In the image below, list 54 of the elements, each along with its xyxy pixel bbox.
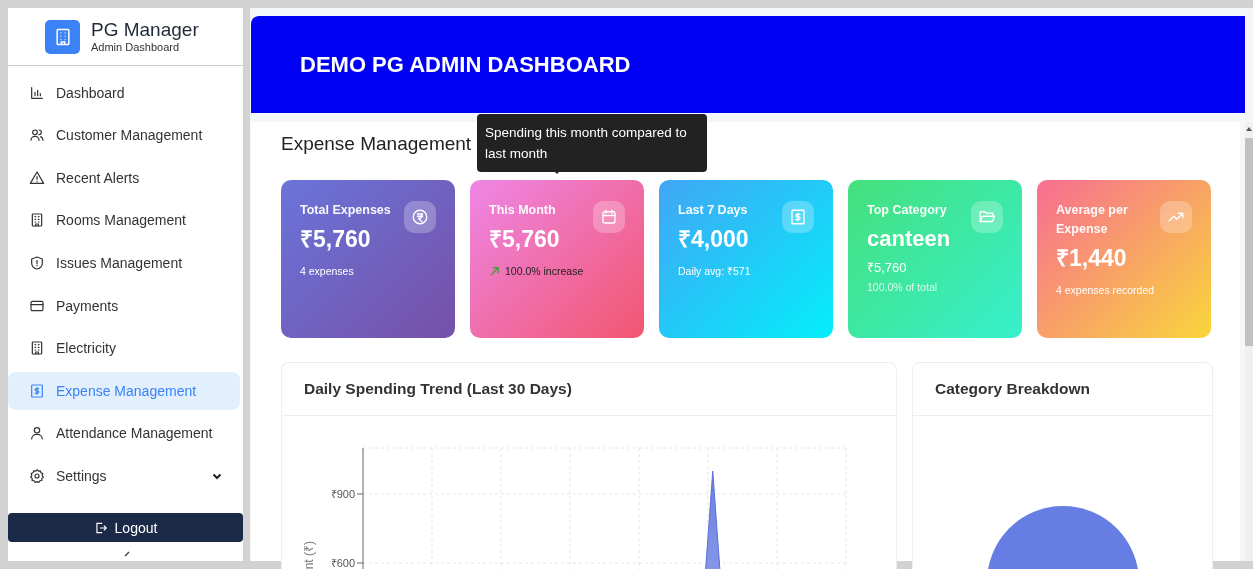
y-tick-label: ₹600 [330,557,355,569]
stat-value: canteen [867,225,952,253]
trend-up-icon [1160,201,1192,233]
settings-icon [29,467,45,484]
dashboard-title: DEMO PG ADMIN DASHBOARD [300,51,631,78]
scroll-up-arrow-icon[interactable] [1245,126,1253,132]
nav-item[interactable]: Settings [8,456,240,495]
building-icon [29,212,45,229]
y-tick-label: ₹900 [330,488,355,500]
stat-note: Daily avg: ₹571 [678,264,752,279]
nav-item[interactable]: Customer Management [8,116,240,155]
shield-icon [29,255,45,271]
warning-triangle-icon [29,169,45,186]
stat-note: 100.0% of total [867,280,939,295]
stat-value: ₹1,440 [1056,244,1128,273]
stat-label: This Month [489,202,557,219]
dollar-receipt-icon [782,201,814,233]
app-subtitle: Admin Dashboard [91,41,181,55]
app-name: PG Manager [91,19,199,42]
chart-title: Daily Spending Trend (Last 30 Days) [304,380,572,398]
building-icon [29,340,45,357]
user-icon [29,425,45,442]
stat-label: Total Expenses [300,202,392,219]
calendar-icon [593,201,625,233]
stat-note: 4 expenses recorded [1056,283,1156,298]
chart-title: Category Breakdown [935,380,1091,398]
stat-label: Average per Expense [1056,202,1129,238]
users-icon [29,127,45,144]
stat-value: ₹5,760 [489,225,561,254]
logout-icon [93,520,108,535]
nav-item[interactable]: Rooms Management [8,201,240,240]
stat-note: 100.0% increase [505,264,584,279]
nav-item[interactable]: Attendance Management [8,414,240,453]
stat-value: ₹5,760 [300,225,372,254]
stat-label: Last 7 Days [678,202,749,219]
stat-amount: ₹5,760 [867,259,908,276]
stat-note: 4 expenses [300,264,355,279]
stat-label: Top Category [867,202,948,219]
rupee-coin-icon [404,201,436,233]
tooltip: Spending this month compared to last month [477,114,707,172]
scrollbar[interactable] [1245,122,1253,561]
nav-item[interactable]: Issues Management [8,244,240,282]
nav-item[interactable]: Recent Alerts [8,158,240,197]
logout-button[interactable]: Logout [8,513,243,543]
dollar-receipt-icon [29,382,45,399]
y-axis-label: nt (₹) [302,541,316,569]
folder-icon [971,201,1003,233]
bar-chart-icon [29,84,45,101]
nav-item[interactable]: Payments [8,286,240,325]
building-logo-icon [45,19,80,54]
nav-item[interactable]: Electricity [8,329,240,368]
page-heading: Expense Management [281,132,472,156]
nav-item[interactable]: Dashboard [8,73,240,112]
stat-value: ₹4,000 [678,225,750,254]
